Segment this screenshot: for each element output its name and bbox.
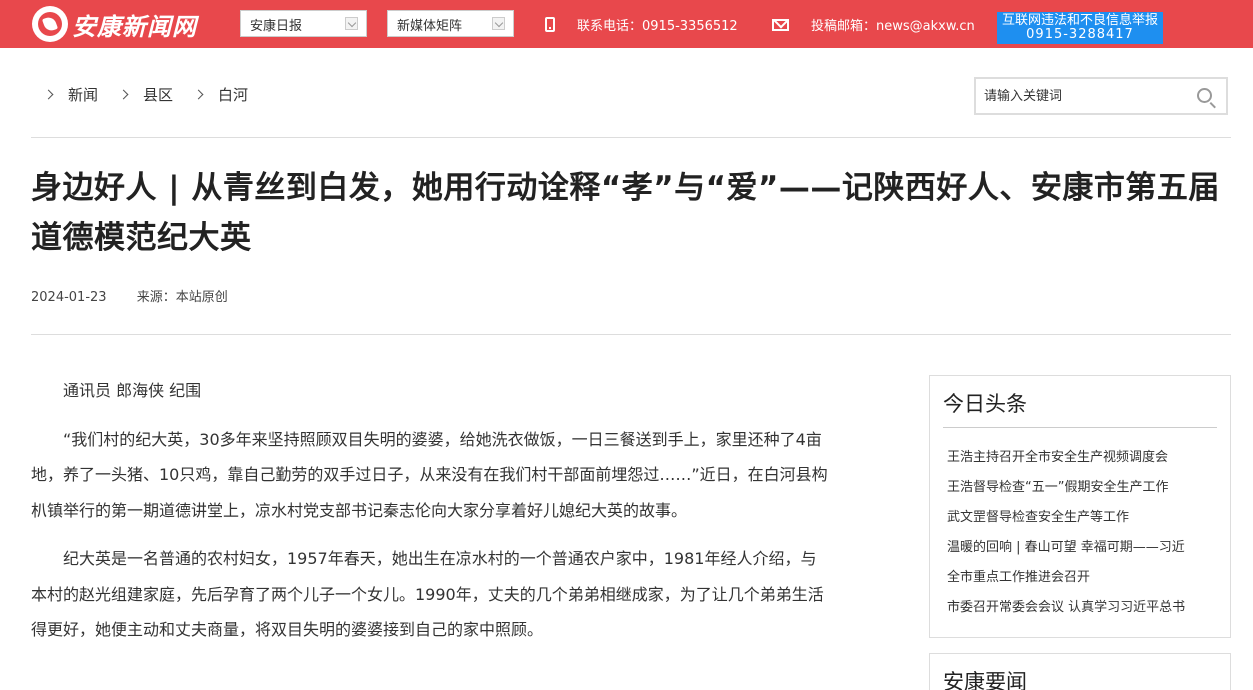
headline-link[interactable]: 全市重点工作推进会召开 <box>947 563 1219 593</box>
headline-link[interactable]: 温暖的回响 | 春山可望 幸福可期——习近 <box>947 533 1219 563</box>
breadcrumb-label: 县区 <box>143 86 174 104</box>
contact-phone: 联系电话：0915-3356512 <box>545 15 738 34</box>
newspaper-select-value: 安康日报 <box>250 19 303 34</box>
headline-link[interactable]: 市委召开常委会会议 认真学习习近平总书 <box>947 593 1219 623</box>
top-bar: 安康新闻网 安康日报 新媒体矩阵 联系电话：0915-3356512 投稿邮箱：… <box>0 0 1253 48</box>
divider <box>943 427 1217 428</box>
divider <box>31 334 1231 335</box>
media-matrix-select[interactable]: 新媒体矩阵 <box>387 10 514 37</box>
article-source: 来源：本站原创 <box>136 290 228 305</box>
report-illegal-info-button[interactable]: 互联网违法和不良信息举报 0915-3288417 <box>997 12 1163 44</box>
breadcrumb-item-news[interactable]: 新闻 <box>43 84 99 105</box>
breadcrumb-item-baihe[interactable]: 白河 <box>193 84 249 105</box>
headlines-list: 王浩主持召开全市安全生产视频调度会 王浩督导检查“五一”假期安全生产工作 武文罡… <box>947 443 1219 623</box>
breadcrumb: 新闻 县区 白河 <box>43 84 270 105</box>
report-phone: 0915-3288417 <box>1026 27 1134 42</box>
chevron-right-icon <box>43 89 54 100</box>
search-icon[interactable] <box>1197 88 1212 103</box>
logo-emblem-icon <box>32 6 68 42</box>
headline-link[interactable]: 王浩督导检查“五一”假期安全生产工作 <box>947 473 1219 503</box>
newspaper-select[interactable]: 安康日报 <box>240 10 367 37</box>
headline-link[interactable]: 王浩主持召开全市安全生产视频调度会 <box>947 443 1219 473</box>
search-box <box>974 77 1228 115</box>
chevron-right-icon <box>193 89 204 100</box>
logo-text: 安康新闻网 <box>72 11 197 41</box>
headline-link[interactable]: 武文罡督导检查安全生产等工作 <box>947 503 1219 533</box>
article-date: 2024-01-23 <box>31 290 107 305</box>
chevron-down-icon <box>492 17 505 30</box>
media-matrix-select-value: 新媒体矩阵 <box>397 19 463 34</box>
mail-icon <box>772 18 789 31</box>
article-meta: 2024-01-23 来源：本站原创 <box>31 286 254 305</box>
headlines-panel: 今日头条 王浩主持召开全市安全生产视频调度会 王浩督导检查“五一”假期安全生产工… <box>929 375 1231 638</box>
breadcrumb-label: 白河 <box>218 86 249 104</box>
site-logo[interactable]: 安康新闻网 <box>32 4 197 44</box>
ankang-news-title: 安康要闻 <box>943 670 1027 690</box>
chevron-right-icon <box>118 89 129 100</box>
article-title: 身边好人 | 从青丝到白发，她用行动诠释“孝”与“爱”——记陕西好人、安康市第五… <box>31 170 1220 256</box>
contact-email-text: 投稿邮箱：news@akxw.cn <box>811 19 975 34</box>
chevron-down-icon <box>345 17 358 30</box>
breadcrumb-label: 新闻 <box>68 86 99 104</box>
phone-icon <box>545 17 555 32</box>
article-byline: 通讯员 郎海侠 纪围 <box>63 381 202 400</box>
contact-phone-text: 联系电话：0915-3356512 <box>577 19 738 34</box>
article-paragraph: 纪大英是一名普通的农村妇女，1957年春天，她出生在凉水村的一个普通农户家中，1… <box>31 549 824 639</box>
report-label: 互联网违法和不良信息举报 <box>1001 13 1158 28</box>
article-paragraph: “我们村的纪大英，30多年来坚持照顾双目失明的婆婆，给她洗衣做饭，一日三餐送到手… <box>31 429 828 520</box>
contact-email: 投稿邮箱：news@akxw.cn <box>772 15 975 34</box>
divider <box>31 137 1231 138</box>
breadcrumb-item-county[interactable]: 县区 <box>118 84 174 105</box>
headlines-title: 今日头条 <box>943 392 1027 416</box>
search-input[interactable] <box>976 79 1176 113</box>
article-body: 通讯员 郎海侠 纪围 “我们村的纪大英，30多年来坚持照顾双目失明的婆婆，给她洗… <box>31 373 831 661</box>
ankang-news-panel: 安康要闻 <box>929 653 1231 690</box>
